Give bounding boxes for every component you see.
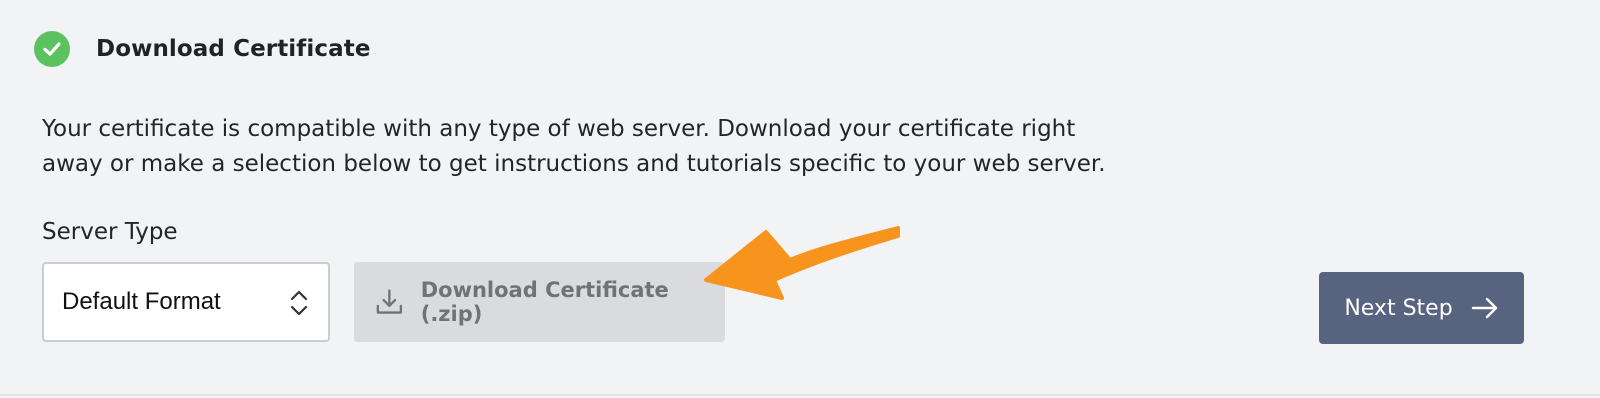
arrow-pointer-icon [704,226,900,300]
description-text: Your certificate is compatible with any … [42,116,1106,177]
check-circle-icon [34,31,70,67]
arrow-right-icon [1471,297,1497,319]
step-title: Download Certificate [96,36,371,62]
server-type-select[interactable]: Default Format [42,262,330,342]
download-certificate-button[interactable]: Download Certificate (.zip) [354,262,725,342]
download-button-label: Download Certificate (.zip) [420,278,669,326]
next-step-label: Next Step [1344,295,1453,321]
download-icon [376,289,403,314]
step-header: Download Certificate [34,31,371,67]
chevron-updown-icon [290,290,308,316]
server-type-label: Server Type [42,219,178,245]
download-certificate-panel: Download Certificate Your certificate is… [0,0,1600,396]
server-type-selected-value: Default Format [62,288,221,315]
next-step-button[interactable]: Next Step [1319,272,1524,344]
